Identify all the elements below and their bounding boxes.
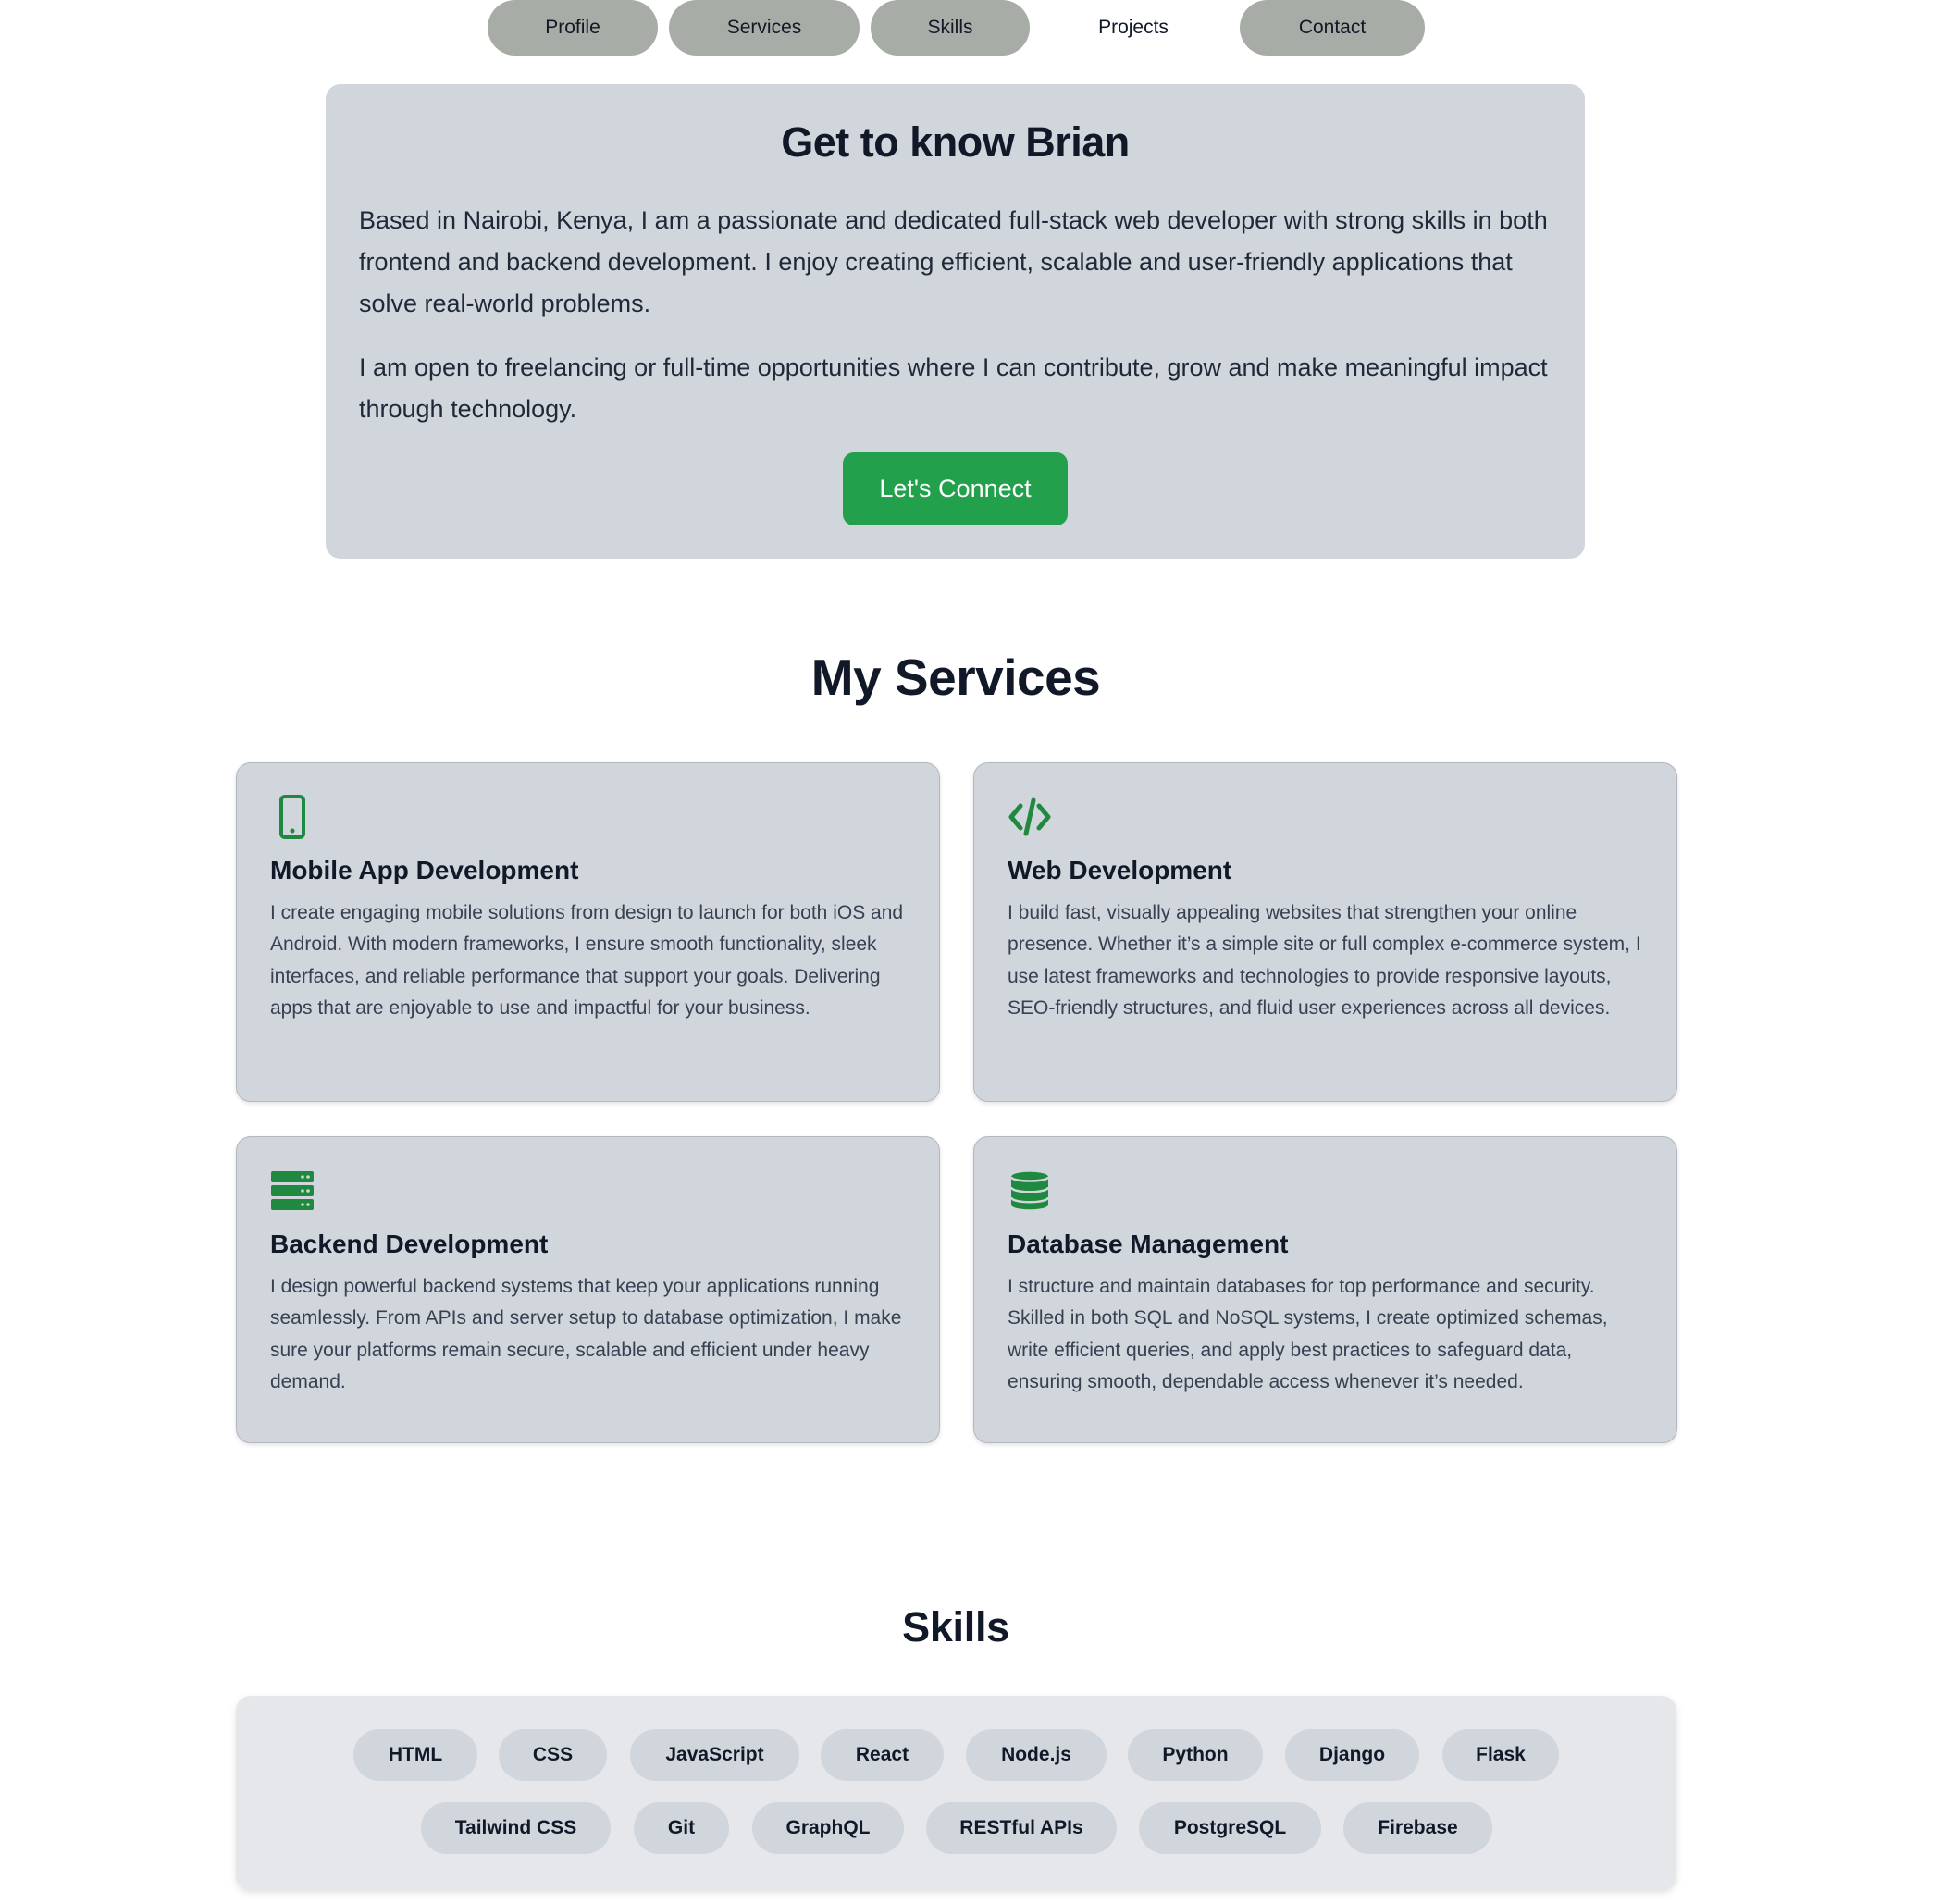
skill-chip: Tailwind CSS [421, 1802, 611, 1854]
about-card: Get to know Brian Based in Nairobi, Keny… [326, 84, 1585, 559]
skill-chip: Firebase [1343, 1802, 1492, 1854]
mobile-phone-icon [279, 795, 305, 839]
nav-skills[interactable]: Skills [871, 0, 1030, 56]
skill-chip: CSS [499, 1729, 607, 1781]
service-title: Database Management [1008, 1230, 1289, 1258]
portfolio-page: Profile Services Skills Projects Contact… [0, 0, 1954, 1904]
services-title: My Services [810, 649, 1101, 706]
service-title: Backend Development [270, 1230, 549, 1258]
skill-chip: GraphQL [752, 1802, 904, 1854]
service-card-backend: Backend Development I design powerful ba… [236, 1136, 940, 1443]
nav-profile[interactable]: Profile [488, 0, 658, 56]
skill-chip: Node.js [966, 1729, 1107, 1781]
top-nav: Profile Services Skills Projects Contact [0, 0, 1954, 57]
skill-chip: Git [634, 1802, 729, 1854]
server-icon [271, 1171, 314, 1210]
database-icon [1009, 1171, 1050, 1210]
skill-chip: Django [1285, 1729, 1419, 1781]
service-card-mobile: Mobile App Development I create engaging… [236, 762, 940, 1102]
service-title: Mobile App Development [270, 856, 579, 884]
nav-projects[interactable]: Projects [1041, 0, 1226, 56]
skill-chip: Python [1128, 1729, 1263, 1781]
service-description: I structure and maintain databases for t… [1008, 1275, 1608, 1393]
skills-title: Skills [902, 1603, 1009, 1651]
service-card-database: Database Management I structure and main… [973, 1136, 1677, 1443]
skill-chip: JavaScript [630, 1729, 799, 1781]
skill-chip: HTML [353, 1729, 477, 1781]
service-description: I create engaging mobile solutions from … [270, 901, 904, 1020]
lets-connect-button[interactable]: Let's Connect [843, 452, 1068, 525]
service-card-web: Web Development I build fast, visually a… [973, 762, 1677, 1102]
skill-chip: PostgreSQL [1139, 1802, 1321, 1854]
nav-contact[interactable]: Contact [1240, 0, 1425, 56]
about-paragraph: I am open to freelancing or full-time op… [359, 353, 1548, 423]
skill-chip: Flask [1442, 1729, 1559, 1781]
skills-container: HTML CSS JavaScript React Node.js Python… [236, 1696, 1676, 1890]
about-paragraph: Based in Nairobi, Kenya, I am a passiona… [359, 206, 1548, 317]
about-title: Get to know Brian [781, 118, 1130, 166]
code-icon [1008, 797, 1051, 836]
skill-chip: RESTful APIs [926, 1802, 1117, 1854]
service-description: I design powerful backend systems that k… [270, 1275, 902, 1393]
service-description: I build fast, visually appealing website… [1008, 901, 1641, 1020]
service-title: Web Development [1008, 856, 1232, 884]
nav-services[interactable]: Services [669, 0, 860, 56]
skill-chip: React [821, 1729, 944, 1781]
